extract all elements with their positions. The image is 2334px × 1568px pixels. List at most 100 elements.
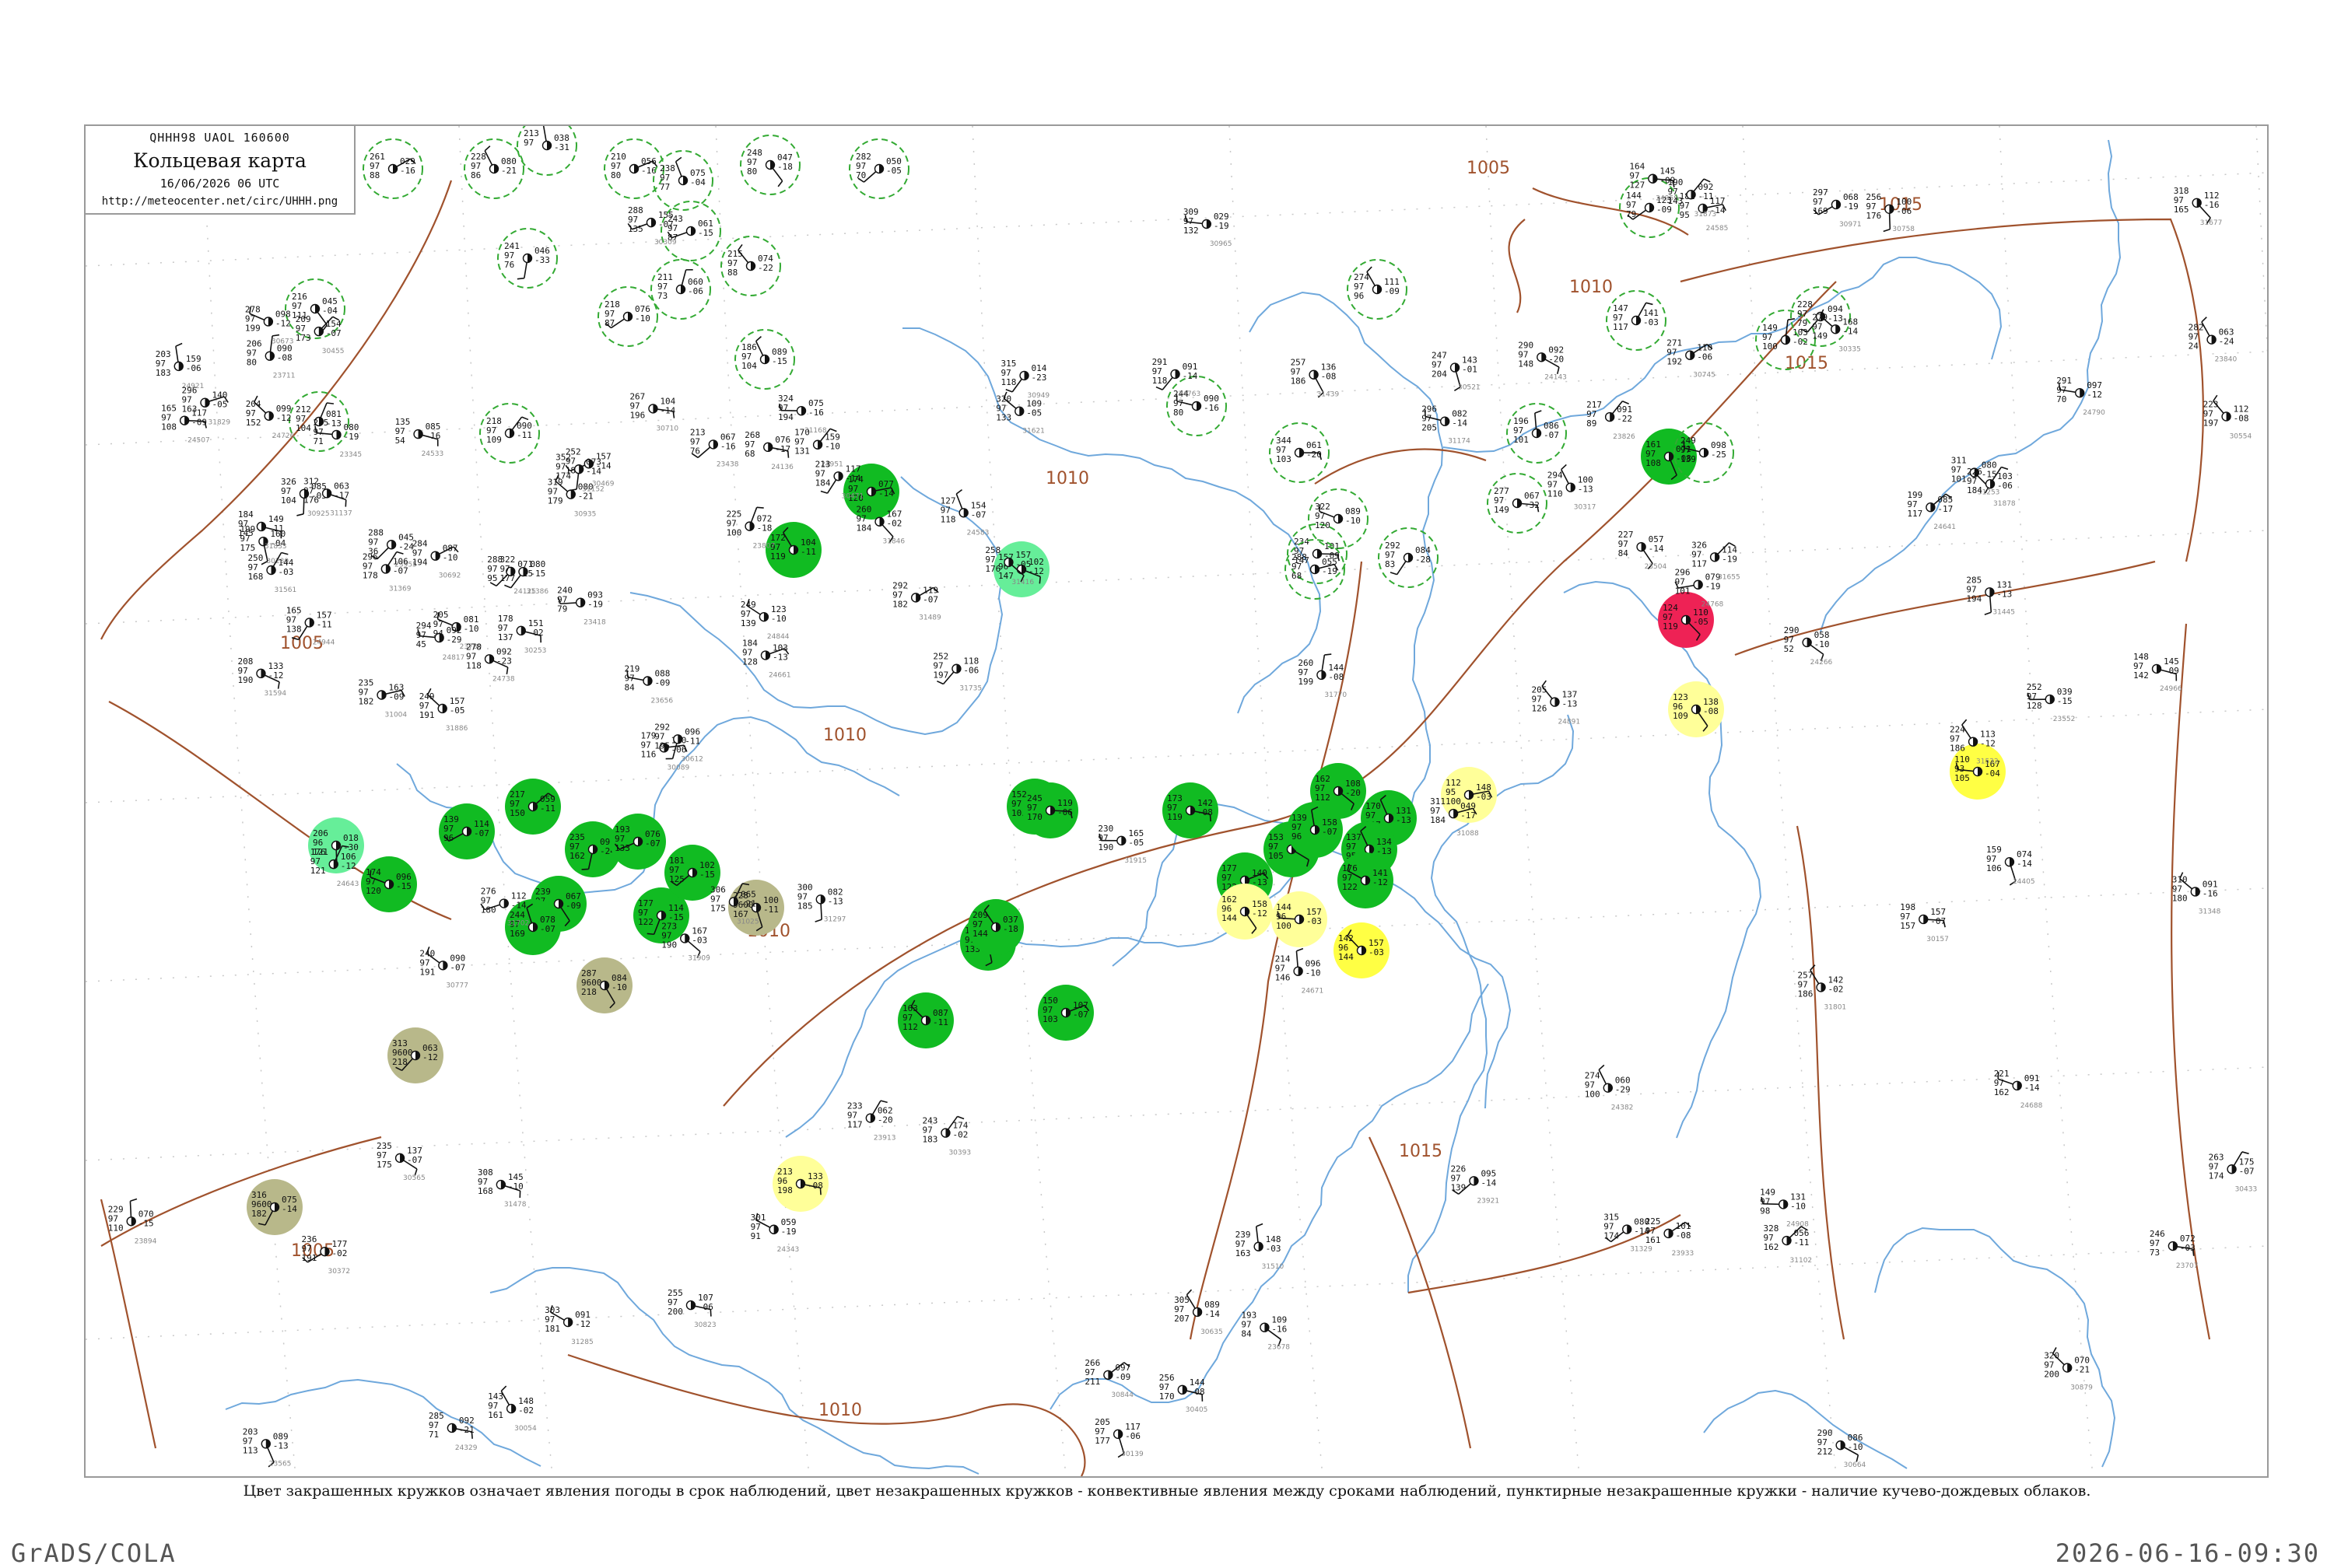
station-plain[interactable]: 29697205082-1431174 [1421,404,1470,446]
station-plain[interactable]: 14397161148-0230054 [488,1386,537,1433]
station-plain[interactable]: 20597126137-1324891 [1531,681,1580,726]
station-plain[interactable]: 29097148092-2024143 [1518,340,1567,381]
station-filled[interactable]: 2289600167100-11 [728,880,784,936]
station-plain[interactable]: 19997117085-1724641 [1907,490,1956,531]
station-plain[interactable]: 1499798131-1024908 [1760,1187,1809,1228]
station-plain[interactable]: 29297195096-1130612 [654,722,703,763]
station-plain[interactable]: 22597161101-0823933 [1645,1216,1694,1258]
station-plain[interactable]: 23397117062-2023913 [847,1101,896,1142]
station-plain[interactable]: 32897162056-1131102 [1764,1223,1813,1265]
station-plain[interactable]: 20997173154-0730455 [296,314,345,355]
station-plain[interactable]: 29797169068-1930971 [1813,187,1862,229]
station-plain[interactable]: 26097199144-0831770 [1298,654,1347,699]
station-cb[interactable]: 19697101086-07 [1507,404,1566,463]
station-cb[interactable]: 2749796111-09 [1347,260,1407,319]
station-plain[interactable]: 2689768076-1724136 [745,430,794,471]
station-plain[interactable]: 29697178106-0731369 [363,551,412,593]
station-plain[interactable]: 14897142145-0924966 [2133,652,2182,693]
station-plain[interactable]: 22597100072-1823807 [727,507,776,550]
station-cb[interactable]: 2189787076-10 [598,287,657,346]
station-plain[interactable]: 25297128039-1523552 [2027,682,2076,723]
station-plain[interactable]: 23997163148-0331510 [1235,1224,1284,1271]
station-plain[interactable]: 30897168145-1031478 [478,1167,527,1209]
station-plain[interactable]: 27497100060-2924382 [1585,1065,1634,1111]
station-plain[interactable]: 27197192110-0630745 [1666,338,1715,380]
station-plain[interactable]: 27697180112-1431702 [481,887,530,928]
station-cb[interactable]: 34497103061-20 [1270,423,1329,482]
station-plain[interactable]: 27897118092-2324738 [466,642,515,683]
station-plain[interactable]: 2139776067-1623438 [690,427,739,468]
station-plain[interactable]: 15997106074-1424405 [1986,845,2035,886]
station-cb[interactable]: 2619788029-16 [363,139,422,198]
station-plain[interactable]: 20497152099-1224726 [246,396,295,440]
station-cb[interactable]: 14797117141-03 [1607,291,1666,350]
station-plain[interactable]: 2199784088-0923656 [624,664,673,705]
station-plain[interactable]: 22397197112-0830554 [2203,395,2252,440]
station-plain[interactable]: 25797186142-0231801 [1798,965,1847,1012]
station-plain[interactable]: 32097133109-0531621 [996,392,1045,436]
station-plain[interactable]: 20397113089-1323565 [243,1426,292,1468]
station-plain[interactable]: 3019791059-1924343 [751,1213,800,1254]
station-plain[interactable]: 24997139123-1024844 [741,599,790,641]
station-filled[interactable]: 17497120096-15 [361,856,417,912]
station-plain[interactable]: 22697139095-1423921 [1450,1164,1499,1205]
station-plain[interactable]: 30597207089-1430635 [1174,1290,1223,1336]
station-plain[interactable]: 28497194087-1030692 [412,539,461,580]
station-plain[interactable]: 31097180091-1631348 [2172,873,2221,916]
station-filled[interactable]: 21797150059-11 [505,779,561,835]
station-plain[interactable]: 25697170144-0830405 [1159,1373,1208,1414]
station-plain[interactable]: 22197162091-1424688 [1994,1069,2043,1110]
station-filled[interactable]: 16296144158-12 [1217,884,1273,940]
station-plain[interactable]: 24397183174-0230393 [922,1116,971,1157]
station-filled[interactable]: 1399796158-07 [1287,802,1343,858]
station-plain[interactable]: 25597200107-0630823 [668,1288,717,1329]
station-plain[interactable]: 12797118154-0724583 [941,490,990,537]
station-plain[interactable]: 1359754085-1624533 [395,417,444,458]
station-plain[interactable]: 2179789091-2223826 [1586,400,1635,441]
station-plain[interactable]: 23597182163-0931004 [359,678,408,719]
stations-layer[interactable]: 17297119104-1116197108071-0817497120077-… [108,126,2258,1469]
station-plain[interactable]: 20597177117-0630139 [1095,1417,1144,1458]
station-plain[interactable]: 30397181091-1231285 [545,1305,594,1346]
station-filled[interactable]: 20997144037-18 [968,899,1024,955]
station-plain[interactable]: 21497146096-1024671 [1275,949,1324,996]
station-cb[interactable]: 2449780090-16 [1167,376,1226,436]
station-filled[interactable]: 17397119142-08 [1162,782,1218,838]
station-cb[interactable]: 2289786080-21 [464,139,524,198]
station-plain[interactable]: 19897157157-0730157 [1900,902,1949,943]
station-plain[interactable]: 26697211097-0930844 [1085,1358,1134,1399]
station-plain[interactable]: 29497110100-1330317 [1547,464,1596,511]
station-plain[interactable]: 20897190133-1231594 [237,656,286,698]
station-plain[interactable]: 29297182119-0731489 [892,580,941,621]
station-filled[interactable]: 17697122141-12 [1337,852,1393,908]
station-cb[interactable]: 2929783084-28 [1379,528,1438,587]
station-plain[interactable]: 26397174175-0730433 [2209,1152,2258,1193]
station-plain[interactable]: 2919770097-1224790 [2056,376,2105,417]
station-cb[interactable]: 2389777075-04 [654,151,713,210]
station-plain[interactable]: 24797204143-0130521 [1432,351,1481,392]
station-plain[interactable]: 29097212086-1030664 [1817,1428,1866,1469]
station-plain[interactable]: 31997179080-2130935 [548,474,597,518]
station-plain[interactable]: 31897165112-1631677 [2174,186,2223,227]
station-plain[interactable]: 23597175137-0730565 [377,1141,426,1182]
station-plain[interactable]: 1939784109-1623678 [1241,1311,1290,1352]
station-filled[interactable]: 24597170119-06 [1022,782,1078,838]
station-cb[interactable]: 21397038-31 [517,126,576,175]
station-filled[interactable]: 12396109138-08 [1668,681,1724,737]
station-plain[interactable]: 28897135155-0730309 [628,205,677,247]
station-filled[interactable]: 1399796114-07 [439,803,495,859]
station-plain[interactable]: 18497128103-1324661 [742,639,791,680]
station-filled[interactable]: 15097103107-07 [1038,985,1094,1041]
station-plain[interactable]: 2829724063-2423840 [2189,317,2238,364]
map-source-url[interactable]: http://meteocenter.net/circ/UHHH.png [86,195,354,208]
station-filled[interactable]: 19397133076-07 [610,814,666,870]
station-cb[interactable]: 2159788074-22 [721,236,780,296]
station-filled[interactable]: 2879600218084-10 [576,957,633,1013]
station-plain[interactable]: 2409779093-1923418 [557,586,606,627]
station-plain[interactable]: 17997116150-0630089 [641,730,690,772]
station-filled[interactable]: 14296144157-03 [1333,922,1390,978]
station-filled[interactable]: 14496100157-03 [1271,891,1327,947]
station-plain[interactable]: 30097185082-1331297 [797,882,846,923]
station-filled[interactable]: 3169600182075-14 [247,1179,303,1235]
station-plain[interactable]: 24097191090-0730777 [419,947,468,989]
